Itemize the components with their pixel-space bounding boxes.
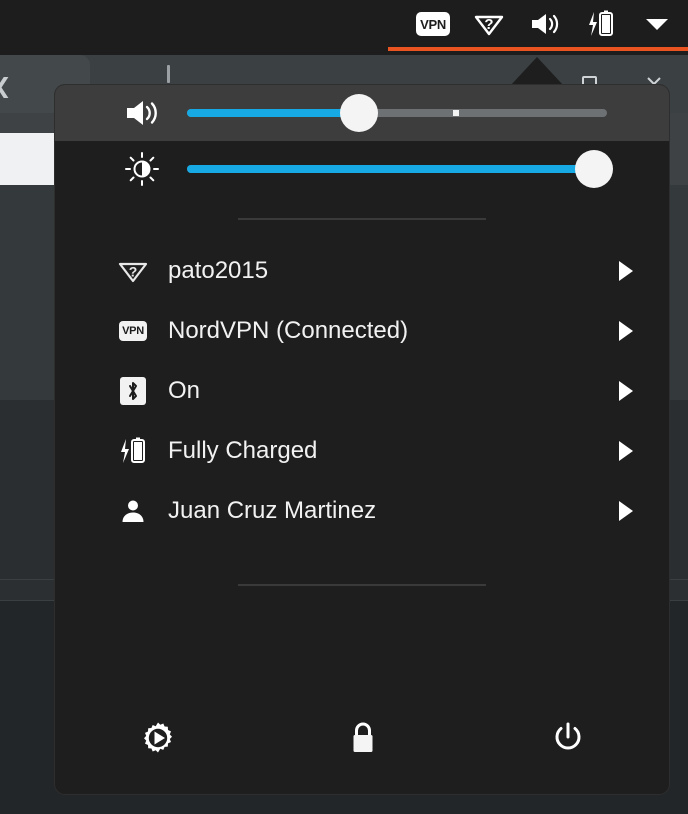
- chevron-right-icon[interactable]: [619, 381, 633, 401]
- wifi-unknown-indicator[interactable]: ?: [472, 7, 506, 41]
- vpn-indicator[interactable]: VPN: [416, 7, 450, 41]
- system-menu-toggle[interactable]: [640, 7, 674, 41]
- menu-separator-top: [55, 197, 669, 241]
- svg-text:?: ?: [484, 16, 493, 33]
- brightness-slider-handle[interactable]: [575, 150, 614, 188]
- lock-button[interactable]: [260, 710, 465, 766]
- vpn-icon: VPN: [118, 316, 148, 346]
- brightness-slider-row[interactable]: [55, 141, 669, 197]
- svg-text:?: ?: [129, 264, 138, 280]
- menu-item-user[interactable]: Juan Cruz Martinez: [55, 481, 669, 541]
- desktop-screen: ❮: [0, 0, 688, 814]
- wifi-question-icon: ?: [118, 256, 148, 286]
- chevron-right-icon[interactable]: [619, 501, 633, 521]
- battery-charging-indicator[interactable]: [584, 7, 618, 41]
- separator-line: [238, 584, 486, 586]
- chevron-right-icon[interactable]: [619, 261, 633, 281]
- active-indicator-underline: [388, 47, 688, 51]
- bluetooth-icon: [118, 376, 148, 406]
- brightness-slider-track[interactable]: [187, 150, 614, 188]
- system-menu-panel: ? pato2015 VPN NordVPN (Connected) On Fu…: [54, 84, 670, 795]
- power-button[interactable]: [466, 710, 669, 766]
- menu-item-battery[interactable]: Fully Charged: [55, 421, 669, 481]
- vpn-badge-label: VPN: [119, 321, 147, 341]
- menu-item-label: NordVPN (Connected): [168, 317, 409, 344]
- menu-item-wifi[interactable]: ? pato2015: [55, 241, 669, 301]
- volume-slider-row[interactable]: [55, 85, 669, 141]
- text-cursor-icon: [167, 65, 170, 83]
- user-icon: [118, 496, 148, 526]
- menu-item-label: Juan Cruz Martinez: [168, 497, 377, 524]
- volume-slider-track[interactable]: [187, 94, 607, 132]
- brightness-slider-fill: [187, 165, 595, 173]
- battery-charging-icon: [118, 436, 148, 466]
- menu-item-bluetooth[interactable]: On: [55, 361, 669, 421]
- menu-separator-bottom: [55, 563, 669, 607]
- system-tray: VPN ?: [416, 0, 674, 48]
- bluetooth-glyph: [120, 377, 146, 405]
- volume-indicator[interactable]: [528, 7, 562, 41]
- menu-pointer-arrow: [510, 57, 564, 86]
- menu-item-label: pato2015: [168, 257, 269, 284]
- chevron-right-icon[interactable]: [619, 321, 633, 341]
- menu-action-row: [55, 710, 669, 766]
- top-bar: VPN ?: [0, 0, 688, 55]
- volume-slider-handle[interactable]: [340, 94, 379, 132]
- chevron-right-icon[interactable]: [619, 441, 633, 461]
- volume-slider-fill: [187, 109, 360, 117]
- settings-button[interactable]: [55, 710, 260, 766]
- menu-item-label: On: [168, 377, 201, 404]
- back-chevron-icon: ❮: [0, 76, 16, 98]
- menu-item-vpn[interactable]: VPN NordVPN (Connected): [55, 301, 669, 361]
- volume-slider-marker: [452, 110, 459, 116]
- menu-item-label: Fully Charged: [168, 437, 318, 464]
- vpn-badge-label: VPN: [416, 12, 450, 36]
- separator-line: [238, 218, 486, 220]
- speaker-icon: [114, 98, 170, 128]
- brightness-icon: [114, 151, 170, 187]
